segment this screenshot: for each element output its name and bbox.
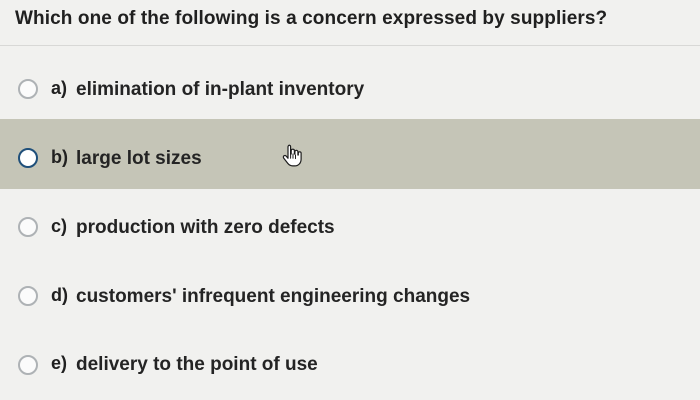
option-e[interactable]: e) delivery to the point of use — [0, 329, 700, 399]
radio-button-c[interactable] — [18, 217, 38, 237]
option-d[interactable]: d) customers' infrequent engineering cha… — [0, 260, 700, 330]
option-text-b: large lot sizes — [76, 148, 202, 169]
option-text-a: elimination of in-plant inventory — [76, 79, 365, 100]
option-letter-a: a) — [51, 78, 68, 98]
radio-button-b[interactable] — [18, 148, 38, 168]
option-text-c: production with zero defects — [76, 217, 335, 238]
option-text-d: customers' infrequent engineering change… — [76, 286, 471, 307]
question-divider — [0, 45, 700, 46]
radio-button-e[interactable] — [18, 355, 38, 375]
option-letter-e: e) — [51, 353, 68, 373]
option-c[interactable]: c) production with zero defects — [0, 191, 700, 261]
question-text: Which one of the following is a concern … — [15, 8, 608, 29]
quiz-page: Which one of the following is a concern … — [0, 0, 700, 400]
option-b[interactable]: b) large lot sizes — [0, 119, 700, 189]
option-letter-b: b) — [51, 147, 68, 167]
radio-button-d[interactable] — [18, 286, 38, 306]
option-text-e: delivery to the point of use — [76, 354, 318, 375]
option-letter-d: d) — [51, 285, 68, 305]
option-letter-c: c) — [51, 216, 68, 236]
hand-pointer-icon — [282, 144, 302, 167]
option-a[interactable]: a) elimination of in-plant inventory — [0, 54, 700, 124]
radio-button-a[interactable] — [18, 79, 38, 99]
